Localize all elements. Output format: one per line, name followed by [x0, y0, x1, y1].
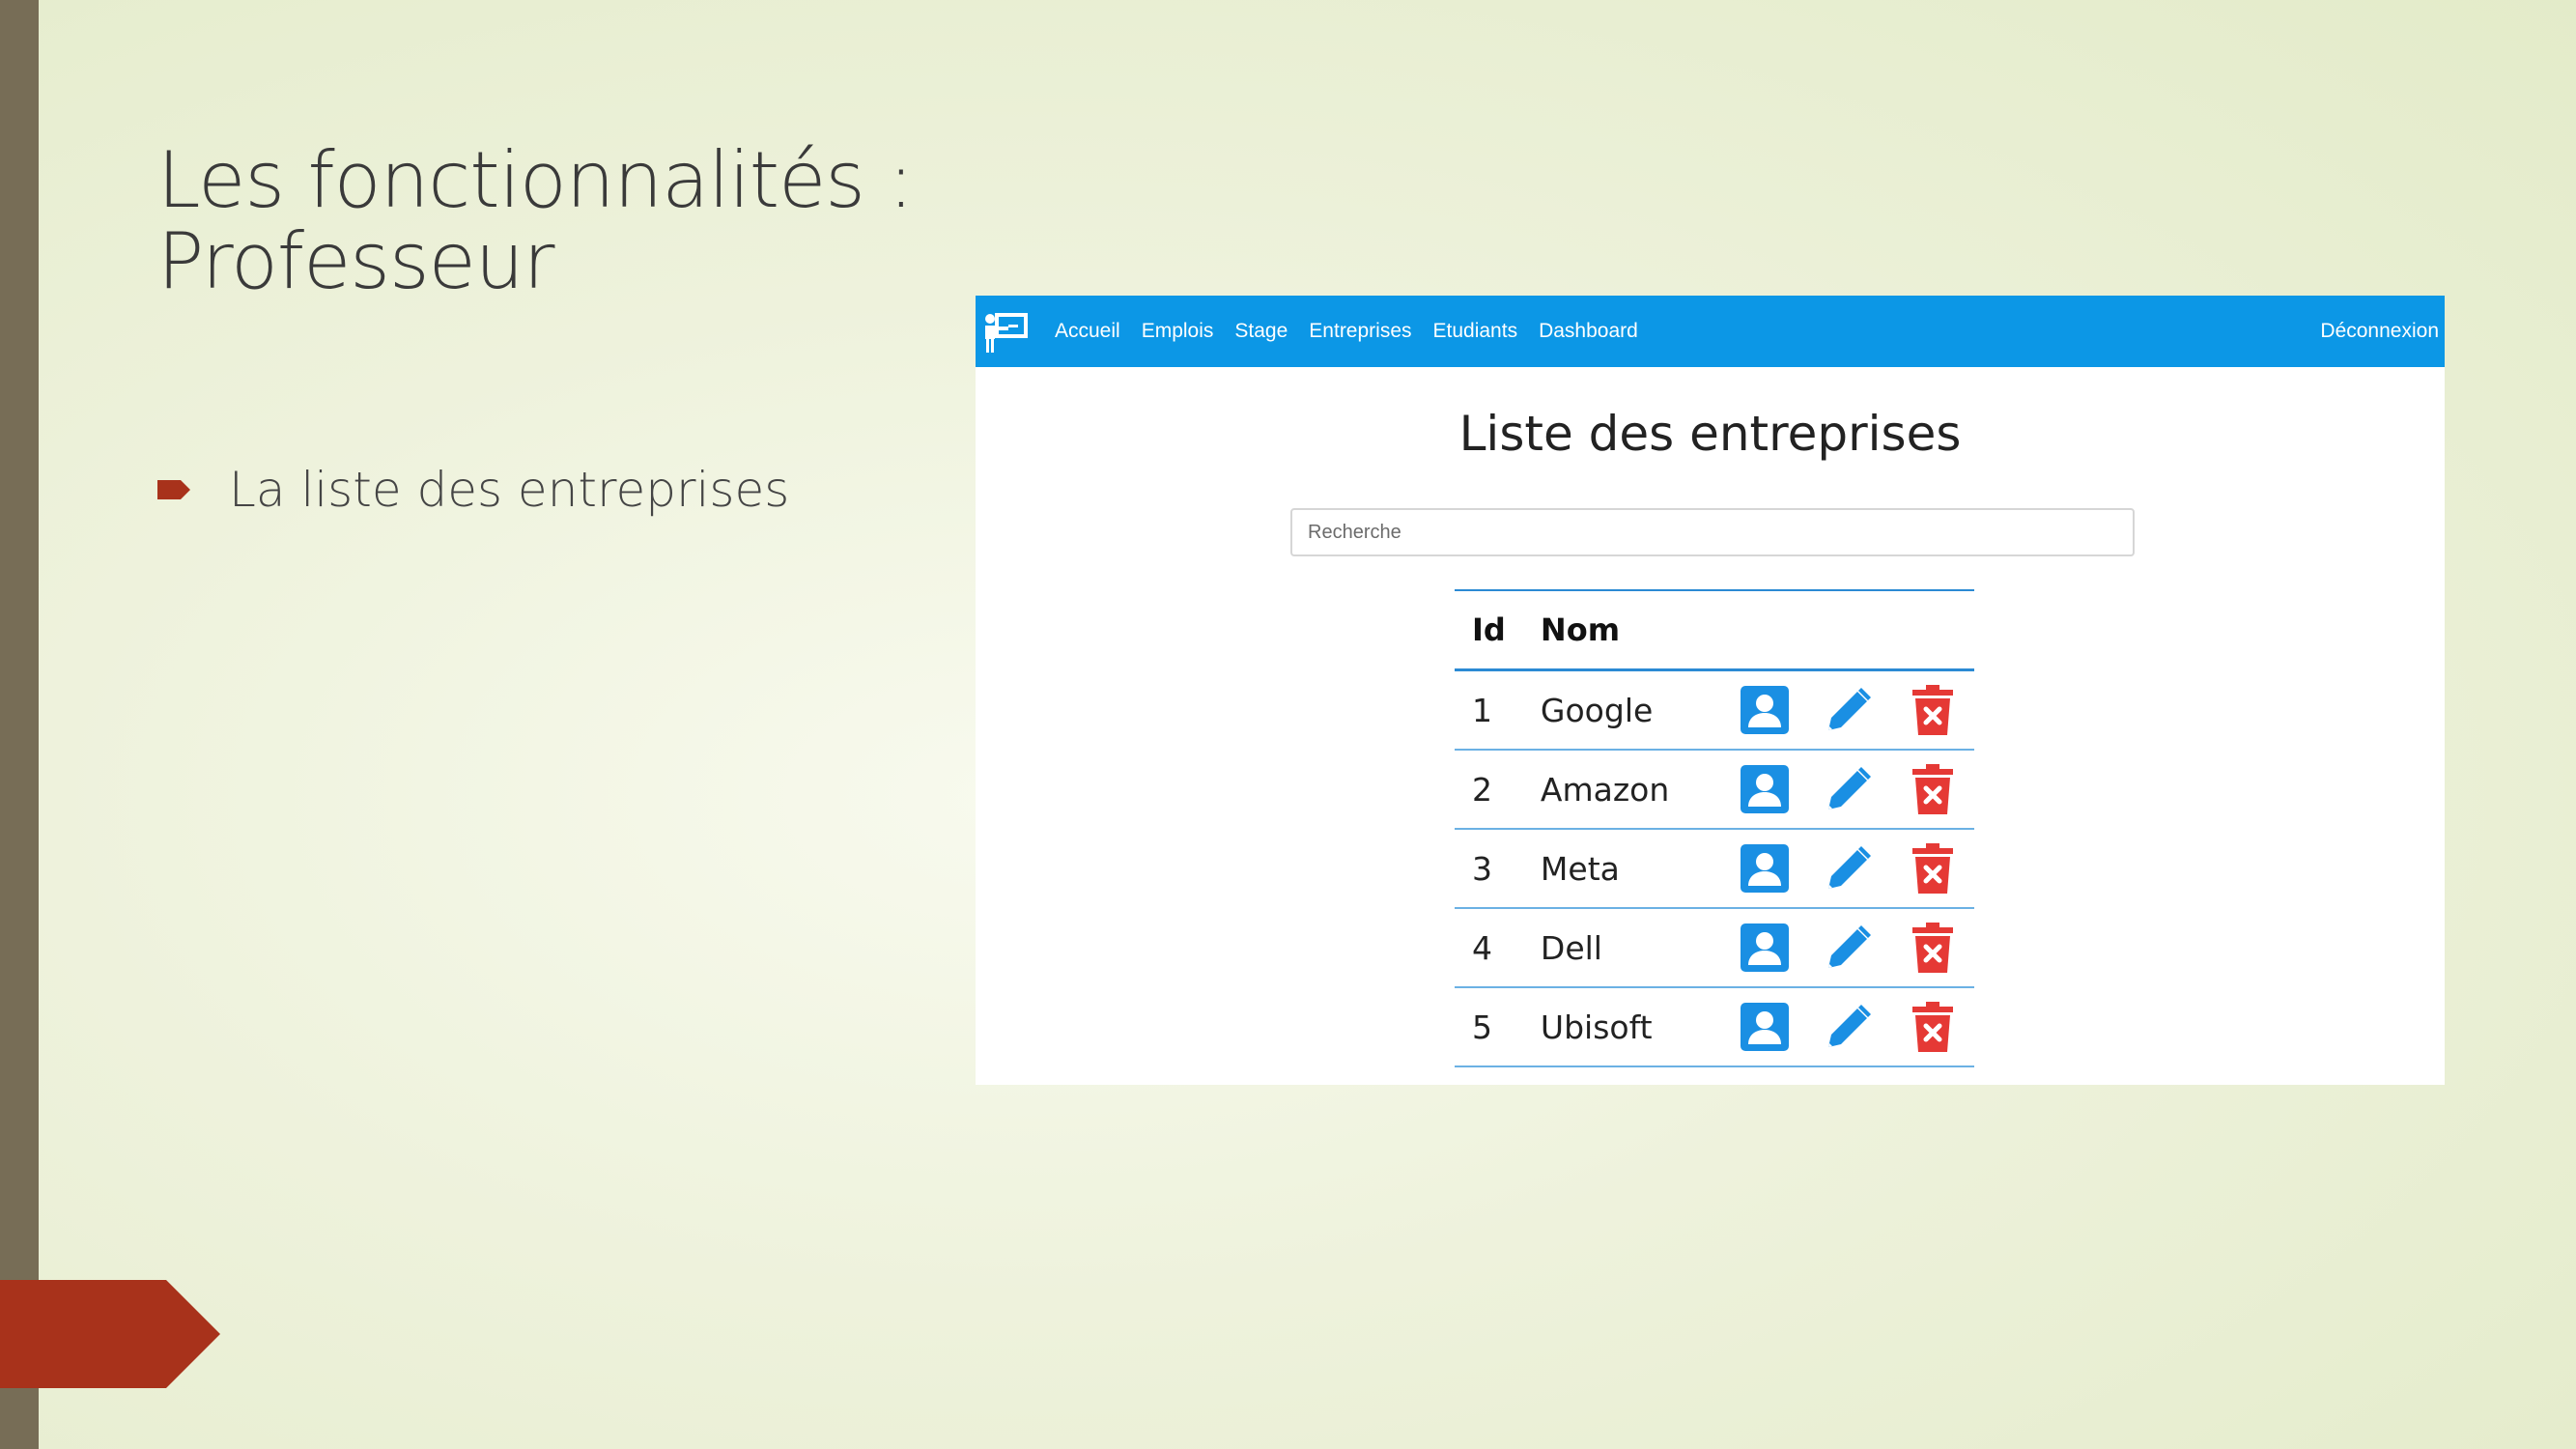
delete-action-cell[interactable]: [1890, 669, 1974, 751]
edit-pencil-icon[interactable]: [1823, 1001, 1875, 1053]
logout-link[interactable]: Déconnexion: [2320, 296, 2439, 367]
company-name: Google: [1540, 669, 1723, 751]
column-header-blank: [1890, 589, 1974, 671]
slide-bullet: La liste des entreprises: [157, 462, 789, 518]
company-name: Dell: [1540, 908, 1723, 988]
delete-action-cell[interactable]: [1890, 750, 1974, 830]
contact-action-cell[interactable]: [1722, 987, 1807, 1067]
table-header-row: Id Nom: [1455, 589, 1974, 671]
contact-card-icon[interactable]: [1740, 843, 1790, 894]
slide-title: Les fonctionnalités : Professeur: [157, 135, 914, 306]
nav-accueil[interactable]: Accueil: [1055, 320, 1120, 343]
navbar: Accueil Emplois Stage Entreprises Etudia…: [976, 296, 2445, 367]
company-name: Meta: [1540, 829, 1723, 909]
delete-action-cell[interactable]: [1890, 908, 1974, 988]
contact-card-icon[interactable]: [1740, 923, 1790, 973]
contact-action-cell[interactable]: [1722, 669, 1807, 751]
slide-side-bar: [0, 0, 39, 1449]
delete-action-cell[interactable]: [1890, 829, 1974, 909]
company-id: 3: [1455, 829, 1541, 909]
contact-action-cell[interactable]: [1722, 908, 1807, 988]
contact-card-icon[interactable]: [1740, 764, 1790, 814]
column-header-blank: [1806, 589, 1891, 671]
table-row: 1 Google: [1455, 669, 1974, 751]
slide-title-line-1: Les fonctionnalités :: [157, 135, 914, 225]
slide-title-line-2: Professeur: [157, 216, 554, 306]
nav-dashboard[interactable]: Dashboard: [1539, 320, 1638, 343]
edit-action-cell[interactable]: [1806, 669, 1891, 751]
table-row: 3 Meta: [1455, 829, 1974, 909]
table-row: 5 Ubisoft: [1455, 987, 1974, 1067]
edit-pencil-icon[interactable]: [1823, 763, 1875, 815]
delete-action-cell[interactable]: [1890, 987, 1974, 1067]
contact-action-cell[interactable]: [1722, 829, 1807, 909]
bullet-text: La liste des entreprises: [229, 462, 790, 518]
edit-pencil-icon[interactable]: [1823, 922, 1875, 974]
delete-trash-icon[interactable]: [1911, 922, 1954, 974]
delete-trash-icon[interactable]: [1911, 684, 1954, 736]
bullet-arrow-icon: [157, 480, 190, 499]
edit-action-cell[interactable]: [1806, 987, 1891, 1067]
company-id: 1: [1455, 669, 1541, 751]
delete-trash-icon[interactable]: [1911, 1001, 1954, 1053]
companies-table: Id Nom 1 Google 2 Amazon 3 Meta 4 Dell 5 Ubisoft: [1455, 589, 1974, 1067]
company-id: 4: [1455, 908, 1541, 988]
edit-pencil-icon[interactable]: [1823, 684, 1875, 736]
app-screenshot: Accueil Emplois Stage Entreprises Etudia…: [976, 296, 2445, 1085]
delete-trash-icon[interactable]: [1911, 763, 1954, 815]
edit-action-cell[interactable]: [1806, 908, 1891, 988]
edit-action-cell[interactable]: [1806, 750, 1891, 830]
contact-card-icon[interactable]: [1740, 685, 1790, 735]
company-name: Ubisoft: [1540, 987, 1723, 1067]
column-header-nom: Nom: [1540, 589, 1723, 671]
table-row: 2 Amazon: [1455, 750, 1974, 830]
table-row: 4 Dell: [1455, 908, 1974, 988]
nav-entreprises[interactable]: Entreprises: [1309, 320, 1411, 343]
teacher-board-icon[interactable]: [981, 307, 1030, 355]
edit-pencil-icon[interactable]: [1823, 842, 1875, 895]
nav-emplois[interactable]: Emplois: [1142, 320, 1214, 343]
company-id: 5: [1455, 987, 1541, 1067]
company-id: 2: [1455, 750, 1541, 830]
slide-arrow-decoration: [0, 1280, 220, 1388]
contact-action-cell[interactable]: [1722, 750, 1807, 830]
edit-action-cell[interactable]: [1806, 829, 1891, 909]
page-title: Liste des entreprises: [1458, 406, 1962, 462]
column-header-id: Id: [1455, 589, 1541, 671]
contact-card-icon[interactable]: [1740, 1002, 1790, 1052]
nav-etudiants[interactable]: Etudiants: [1433, 320, 1518, 343]
delete-trash-icon[interactable]: [1911, 842, 1954, 895]
nav-stage[interactable]: Stage: [1234, 320, 1288, 343]
company-name: Amazon: [1540, 750, 1723, 830]
column-header-blank: [1722, 589, 1807, 671]
search-input[interactable]: [1290, 508, 2135, 556]
